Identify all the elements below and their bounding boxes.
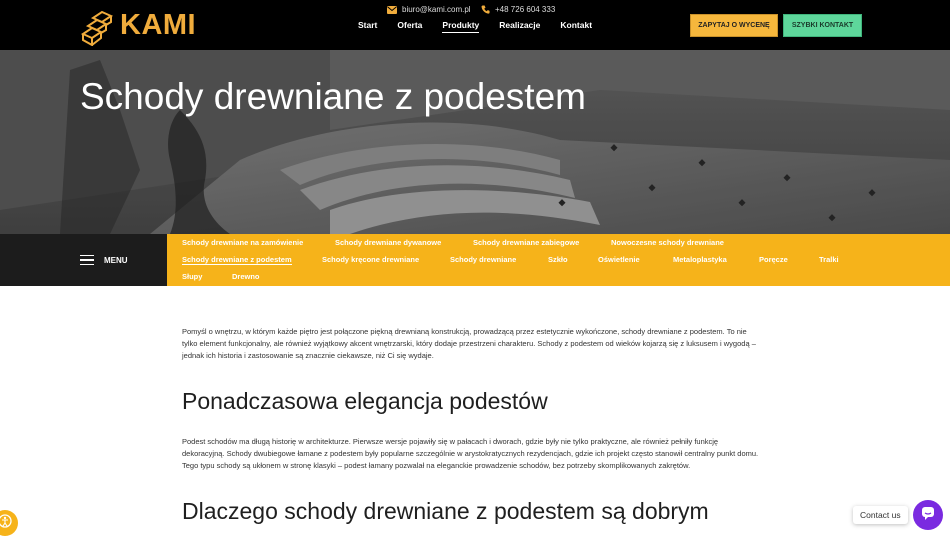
header-phone[interactable]: +48 726 604 333	[481, 5, 555, 14]
category-link[interactable]: Schody drewniane	[450, 255, 516, 264]
category-link[interactable]: Szkło	[548, 255, 568, 264]
section-paragraph: Podest schodów ma długą historię w archi…	[182, 437, 759, 470]
accessibility-button[interactable]	[0, 510, 18, 536]
email-text: biuro@kami.com.pl	[402, 5, 471, 14]
phone-text: +48 726 604 333	[495, 5, 556, 14]
phone-icon	[481, 5, 490, 14]
menu-label: MENU	[104, 255, 128, 265]
chat-icon	[921, 506, 935, 525]
category-link[interactable]: Schody drewniane dywanowe	[335, 238, 441, 247]
category-bar: Schody drewniane na zamówienie Schody dr…	[167, 234, 950, 286]
envelope-icon	[387, 5, 397, 14]
category-link[interactable]: Słupy	[182, 272, 202, 281]
fast-contact-button[interactable]: SZYBKI KONTAKT	[783, 14, 862, 37]
article-content: Pomyśl o wnętrzu, w którym każde piętro …	[182, 326, 762, 525]
category-link[interactable]: Schody kręcone drewniane	[322, 255, 419, 264]
category-link[interactable]: Tralki	[819, 255, 839, 264]
menu-toggle[interactable]: MENU	[0, 234, 167, 286]
category-link[interactable]: Oświetlenie	[598, 255, 640, 264]
hamburger-icon	[80, 254, 94, 266]
nav-start[interactable]: Start	[358, 20, 377, 33]
accessibility-icon	[0, 513, 12, 533]
site-header: KAMI biuro@kami.com.pl +48 726 604 333 S…	[0, 0, 950, 50]
hero-banner: Schody drewniane z podestem	[0, 50, 950, 234]
quote-request-button[interactable]: ZAPYTAJ O WYCENĘ	[690, 14, 778, 37]
category-link[interactable]: Metaloplastyka	[673, 255, 727, 264]
section-heading: Dlaczego schody drewniane z podestem są …	[182, 498, 709, 524]
header-email[interactable]: biuro@kami.com.pl	[387, 5, 471, 14]
logo-text: KAMI	[120, 8, 197, 41]
page-title: Schody drewniane z podestem	[80, 76, 586, 117]
stairs-logo-icon	[80, 4, 114, 47]
logo[interactable]: KAMI	[80, 4, 197, 47]
chat-widget-button[interactable]	[913, 500, 943, 530]
category-link[interactable]: Schody drewniane zabiegowe	[473, 238, 579, 247]
category-link[interactable]: Drewno	[232, 272, 260, 281]
intro-paragraph: Pomyśl o wnętrzu, w którym każde piętro …	[182, 327, 756, 360]
category-link-active[interactable]: Schody drewniane z podestem	[182, 255, 292, 265]
contact-us-tooltip[interactable]: Contact us	[853, 506, 908, 524]
main-nav: Start Oferta Produkty Realizacje Kontakt	[358, 20, 612, 33]
nav-kontakt[interactable]: Kontakt	[560, 20, 592, 33]
section-heading: Ponadczasowa elegancja podestów	[182, 388, 548, 414]
category-link[interactable]: Nowoczesne schody drewniane	[611, 238, 724, 247]
nav-produkty[interactable]: Produkty	[442, 20, 480, 33]
nav-realizacje[interactable]: Realizacje	[499, 20, 540, 33]
category-link[interactable]: Poręcze	[759, 255, 788, 264]
nav-oferta[interactable]: Oferta	[397, 20, 422, 33]
category-link[interactable]: Schody drewniane na zamówienie	[182, 238, 303, 247]
